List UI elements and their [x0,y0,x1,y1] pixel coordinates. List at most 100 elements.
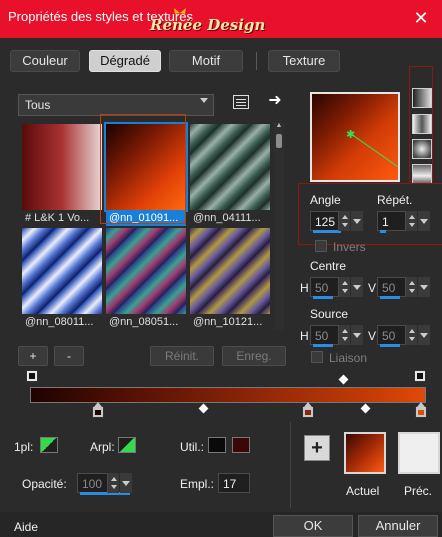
gradient-swatch [106,228,186,314]
gradient-thumb[interactable]: @nn_08051... [106,228,186,328]
gradient-caption: @nn_08011... [25,316,94,328]
current-label: Actuel [346,484,380,498]
section-divider [290,422,291,508]
source-h-dropdown-icon[interactable] [351,325,363,345]
source-h-spin-icon[interactable] [338,325,350,345]
close-button[interactable]: ✕ [404,4,438,32]
reset-button[interactable]: Réinit. [150,346,214,366]
opacity-midpoint[interactable] [338,374,349,385]
source-label: Source [310,307,349,321]
gallery-scrollbar[interactable] [274,122,284,330]
remove-gradient-button[interactable]: - [54,346,84,366]
scroll-up-icon[interactable]: ▲ [275,122,283,130]
tab-couleur[interactable]: Couleur [10,50,80,72]
gradient-swatch [190,228,270,314]
sunburst-style-icon[interactable] [412,164,432,184]
gradient-swatch [22,228,102,314]
background-plane-swatch[interactable] [118,437,136,453]
user-color-swatch[interactable] [232,437,250,453]
source-h-slider-bar[interactable] [313,344,333,347]
gradient-swatch [190,124,270,210]
first-plane-swatch[interactable] [40,437,58,453]
location-input[interactable]: 17 [218,473,250,493]
gradient-caption: @nn_08051... [109,316,179,328]
center-v-spin-icon[interactable] [405,277,417,297]
opacity-stop-end[interactable] [414,370,426,382]
angle-dropdown-icon[interactable] [351,211,363,231]
radial-style-icon[interactable] [412,139,432,159]
gradient-caption: @nn_10121... [193,316,263,328]
color-stop-fill [305,410,311,415]
tab-motif[interactable]: Motif [169,50,243,72]
gradient-thumb[interactable]: @nn_10121... [190,228,270,328]
opacity-spin-icon[interactable] [107,473,119,493]
center-h-spin-icon[interactable] [338,277,350,297]
color-stop[interactable] [415,402,427,418]
gradient-caption: @nn_04111... [193,212,261,224]
color-stop[interactable] [302,402,314,418]
angle-slider-bar[interactable] [313,230,341,233]
background-plane-label: Arpl: [90,440,115,454]
link-checkbox[interactable] [311,351,323,363]
source-v-label: V [368,329,377,343]
cancel-button[interactable]: Annuler [358,515,438,537]
help-link[interactable]: Aide [14,520,38,534]
gradient-thumb[interactable]: @nn_08011... [22,228,102,328]
repeat-dropdown-icon[interactable] [418,211,430,231]
center-h-slider-bar[interactable] [313,296,333,299]
watermark-logo: Renée Design [150,16,266,34]
angle-spin-icon[interactable] [338,211,350,231]
location-label: Empl.: [180,477,215,491]
center-v-slider-bar[interactable] [380,296,400,299]
source-v-spin-icon[interactable] [405,325,417,345]
chevron-down-icon [200,98,208,103]
angle-value: 125 [315,215,336,229]
center-h-label: H [300,281,309,295]
repeat-slider-bar[interactable] [380,230,386,233]
current-swatch[interactable] [344,432,386,474]
opacity-value: 100 [82,477,103,491]
center-v-dropdown-icon[interactable] [418,277,430,297]
opacity-dropdown-icon[interactable] [120,473,132,493]
center-label: Centre [310,259,347,273]
add-to-swatches-button[interactable]: + [304,435,330,461]
category-select[interactable]: Tous [18,94,214,116]
previous-swatch[interactable] [398,432,440,474]
gradient-caption: # L&K 1 Vo... [25,212,90,224]
repeat-spin-icon[interactable] [405,211,417,231]
tab-texture[interactable]: Texture [268,50,340,72]
inverse-checkbox[interactable] [315,240,327,252]
center-handle-icon[interactable]: ✱ [346,128,355,141]
gradient-thumb[interactable]: @nn_04111... [190,124,270,224]
first-plane-label: 1pl: [14,440,34,454]
source-h-label: H [300,329,309,343]
center-v-value: 50 [382,281,396,295]
gradient-bar[interactable] [30,387,426,403]
source-h-value: 50 [315,329,329,343]
tab-degrade[interactable]: Dégradé [89,50,161,72]
rectangular-style-icon[interactable] [412,114,432,134]
repeat-label: Répét. [377,193,413,207]
color-midpoint[interactable] [360,403,371,414]
linear-style-icon[interactable] [412,88,432,108]
ok-button[interactable]: OK [273,515,353,537]
color-midpoint[interactable] [198,403,209,414]
user-color-swatch[interactable] [208,437,226,453]
previous-label: Préc. [404,484,433,498]
opacity-stop-start[interactable] [26,370,38,382]
color-stop-fill [418,410,424,415]
list-view-icon[interactable] [233,95,249,109]
gradient-thumb[interactable]: # L&K 1 Vo... [22,124,102,224]
scrollbar-thumb[interactable] [276,134,282,148]
center-v-label: V [368,281,377,295]
arrow-right-icon[interactable]: ➜ [266,92,284,110]
add-gradient-button[interactable]: + [18,346,48,366]
source-v-dropdown-icon[interactable] [418,325,430,345]
color-stop-fill [95,410,101,415]
color-stop[interactable] [92,402,104,418]
center-h-dropdown-icon[interactable] [351,277,363,297]
link-label: Liaison [329,351,368,365]
source-v-slider-bar[interactable] [380,344,400,347]
opacity-label: Opacité: [22,477,67,491]
save-gradient-button[interactable]: Enreg. [222,346,286,366]
